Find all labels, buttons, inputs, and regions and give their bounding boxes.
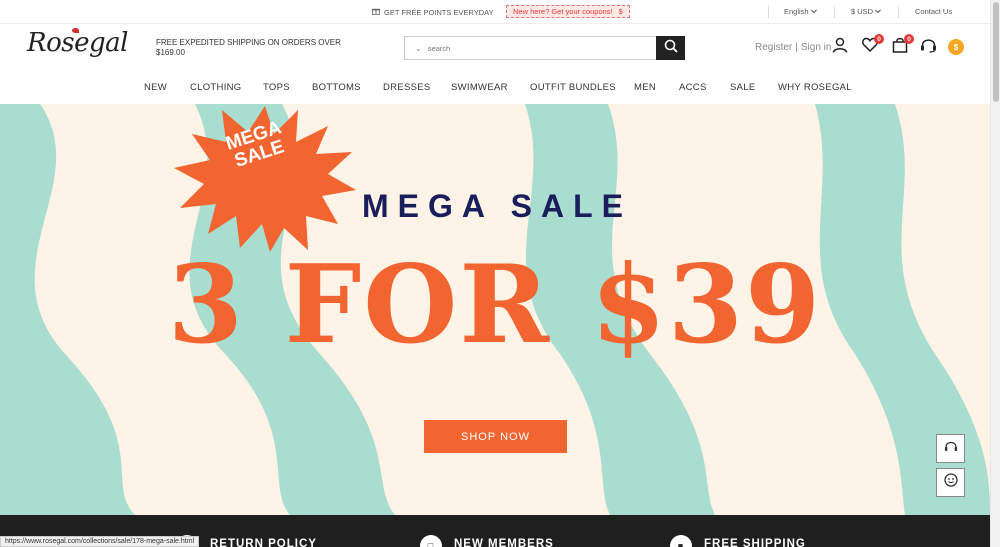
- register-link[interactable]: Register: [755, 42, 792, 53]
- currency-label: $ USD: [851, 7, 874, 16]
- divider: [898, 6, 899, 18]
- shop-now-button[interactable]: SHOP NOW: [424, 420, 567, 453]
- shipping-line-2: $169.00: [156, 48, 185, 57]
- mega-sale-hero-banner[interactable]: MEGA SALE MEGA SALE 3 FOR $39 SHOP NOW: [0, 104, 990, 515]
- wishlist-count-badge: 0: [874, 34, 884, 44]
- gift-icon: □: [420, 535, 442, 547]
- account-button[interactable]: [831, 37, 849, 58]
- account-links: Register | Sign in: [755, 42, 831, 53]
- divider: [834, 6, 835, 18]
- hero-title: MEGA SALE: [361, 188, 633, 224]
- cart-button[interactable]: 0: [891, 34, 914, 56]
- truck-icon: ■: [670, 535, 692, 547]
- free-points-text: GET FREE POINTS EVERYDAY: [384, 7, 494, 17]
- nav-item-bottoms[interactable]: BOTTOMS: [312, 82, 361, 93]
- coupon-text: New here? Get your coupons!: [513, 7, 613, 16]
- nav-item-new[interactable]: NEW: [144, 82, 167, 93]
- customer-service-button[interactable]: [919, 38, 937, 56]
- nav-item-clothing[interactable]: CLOTHING: [190, 82, 242, 93]
- headset-icon: [920, 37, 937, 58]
- nav-item-dresses[interactable]: DRESSES: [383, 82, 431, 93]
- nav-item-men[interactable]: MEN: [634, 82, 656, 93]
- sign-in-link[interactable]: Sign in: [801, 42, 832, 53]
- hero-offer: 3 FOR $39: [167, 242, 823, 368]
- search-box: ⌄: [404, 36, 656, 60]
- main-navigation: NEW CLOTHING TOPS BOTTOMS DRESSES SWIMWE…: [0, 80, 990, 96]
- contact-us-link[interactable]: Contact Us: [915, 7, 952, 16]
- logo-rose-mark: [72, 28, 79, 33]
- floating-feedback-button[interactable]: [936, 468, 965, 497]
- divider: [768, 6, 769, 18]
- wishlist-button[interactable]: 0: [861, 34, 884, 56]
- smiley-icon: [943, 473, 958, 492]
- language-label: English: [784, 7, 809, 16]
- search-category-chevron-icon[interactable]: ⌄: [405, 44, 428, 53]
- top-utility-bar: GET FREE POINTS EVERYDAY New here? Get y…: [0, 0, 990, 24]
- nav-item-swimwear[interactable]: SWIMWEAR: [451, 82, 508, 93]
- cart-count-badge: 0: [904, 34, 914, 44]
- scrollbar-thumb[interactable]: [993, 2, 999, 102]
- new-members-label: NEW MEMBERS: [454, 538, 554, 547]
- points-coin-icon[interactable]: $: [948, 39, 964, 55]
- coupon-dollar-icon: $: [618, 7, 623, 16]
- account-divider: |: [795, 42, 798, 53]
- return-policy-label: RETURN POLICY: [210, 538, 317, 547]
- free-points-promo[interactable]: GET FREE POINTS EVERYDAY: [372, 7, 494, 17]
- free-shipping-label: FREE SHIPPING: [704, 538, 806, 547]
- search-input[interactable]: [427, 43, 628, 53]
- nav-item-why-rosegal[interactable]: WHY ROSEGAL: [778, 82, 852, 93]
- feature-free-shipping[interactable]: ■ FREE SHIPPING: [670, 531, 806, 547]
- floating-support-button[interactable]: [936, 434, 965, 463]
- chevron-down-icon: [810, 7, 817, 16]
- nav-item-tops[interactable]: TOPS: [263, 82, 290, 93]
- rosegal-logo[interactable]: Rosegal: [27, 28, 128, 58]
- nav-item-outfit-bundles[interactable]: OUTFIT BUNDLES: [530, 82, 616, 93]
- gift-icon: [372, 7, 380, 17]
- nav-item-sale[interactable]: SALE: [730, 82, 756, 93]
- browser-status-url: https://www.rosegal.com/collections/sale…: [0, 536, 200, 547]
- nav-item-accs[interactable]: ACCS: [679, 82, 707, 93]
- shipping-message: FREE EXPEDITED SHIPPING ON ORDERS OVER $…: [156, 38, 341, 58]
- language-selector[interactable]: English: [784, 7, 817, 16]
- shipping-line-1: FREE EXPEDITED SHIPPING ON ORDERS OVER: [156, 38, 341, 47]
- chevron-down-icon: [875, 7, 881, 16]
- currency-selector[interactable]: $ USD: [851, 7, 881, 16]
- page-scrollbar[interactable]: [990, 0, 1000, 547]
- search-button[interactable]: [656, 36, 685, 60]
- headset-icon: [944, 440, 958, 458]
- coupon-banner[interactable]: New here? Get your coupons! $: [506, 5, 630, 18]
- user-icon: [832, 37, 848, 58]
- search-icon: [664, 39, 678, 58]
- feature-new-members[interactable]: □ NEW MEMBERS: [420, 531, 554, 547]
